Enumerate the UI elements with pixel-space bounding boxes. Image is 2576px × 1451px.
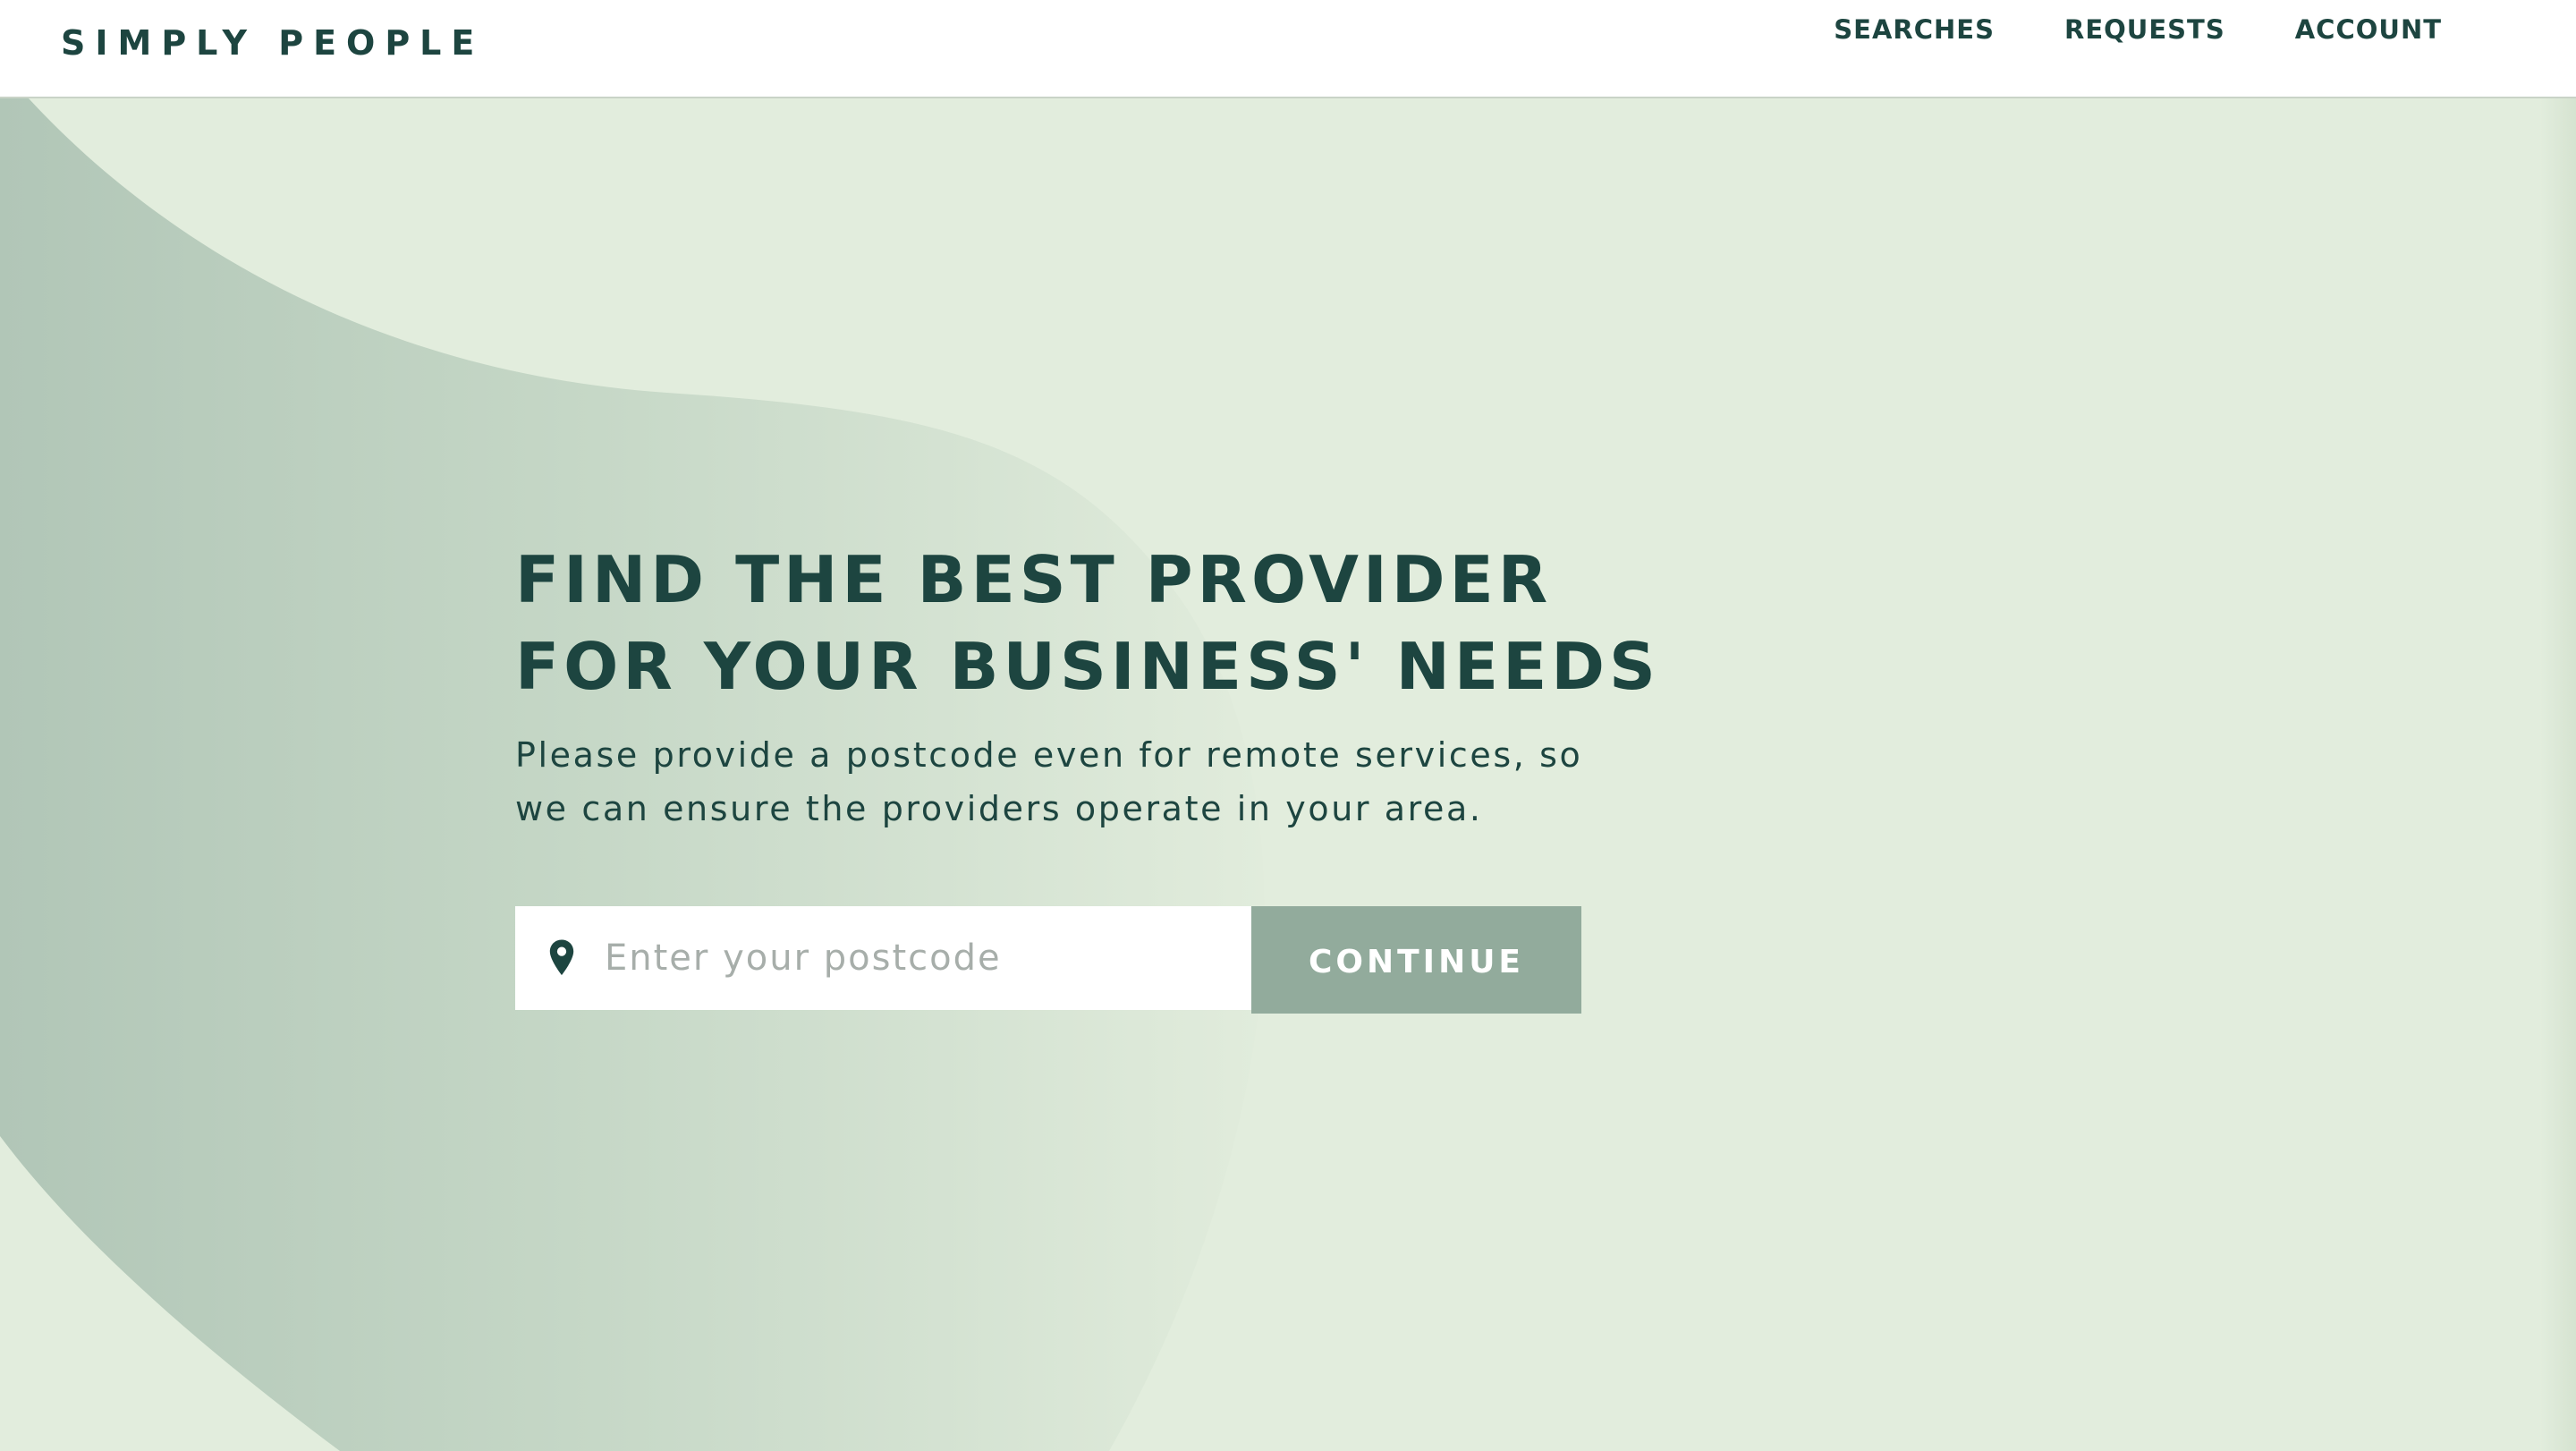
nav-account-link[interactable]: ACCOUNT xyxy=(2295,14,2442,45)
top-header: SIMPLY PEOPLE SEARCHES REQUESTS ACCOUNT xyxy=(0,0,2576,98)
continue-button[interactable]: CONTINUE xyxy=(1251,906,1581,1014)
hero-title-line-2: FOR YOUR BUSINESS' NEEDS xyxy=(515,629,1660,704)
nav-searches-link[interactable]: SEARCHES xyxy=(1834,14,1995,45)
nav-requests-link[interactable]: REQUESTS xyxy=(2064,14,2225,45)
landing-page: SIMPLY PEOPLE SEARCHES REQUESTS ACCOUNT … xyxy=(0,0,2576,1451)
hero-title: FIND THE BEST PROVIDER FOR YOUR BUSINESS… xyxy=(515,537,1656,710)
postcode-input[interactable] xyxy=(605,938,1213,979)
hero-subtitle: Please provide a postcode even for remot… xyxy=(515,735,1583,828)
postcode-search-form: CONTINUE xyxy=(515,906,1581,1014)
right-edge-shade xyxy=(2540,98,2576,1451)
hero-title-line-1: FIND THE BEST PROVIDER xyxy=(515,542,1553,617)
postcode-field[interactable] xyxy=(515,906,1251,1010)
brand-logo[interactable]: SIMPLY PEOPLE xyxy=(61,23,484,63)
hero-section: FIND THE BEST PROVIDER FOR YOUR BUSINESS… xyxy=(515,537,1656,836)
main-nav: SEARCHES REQUESTS ACCOUNT xyxy=(1834,14,2442,45)
location-pin-icon xyxy=(549,939,574,976)
